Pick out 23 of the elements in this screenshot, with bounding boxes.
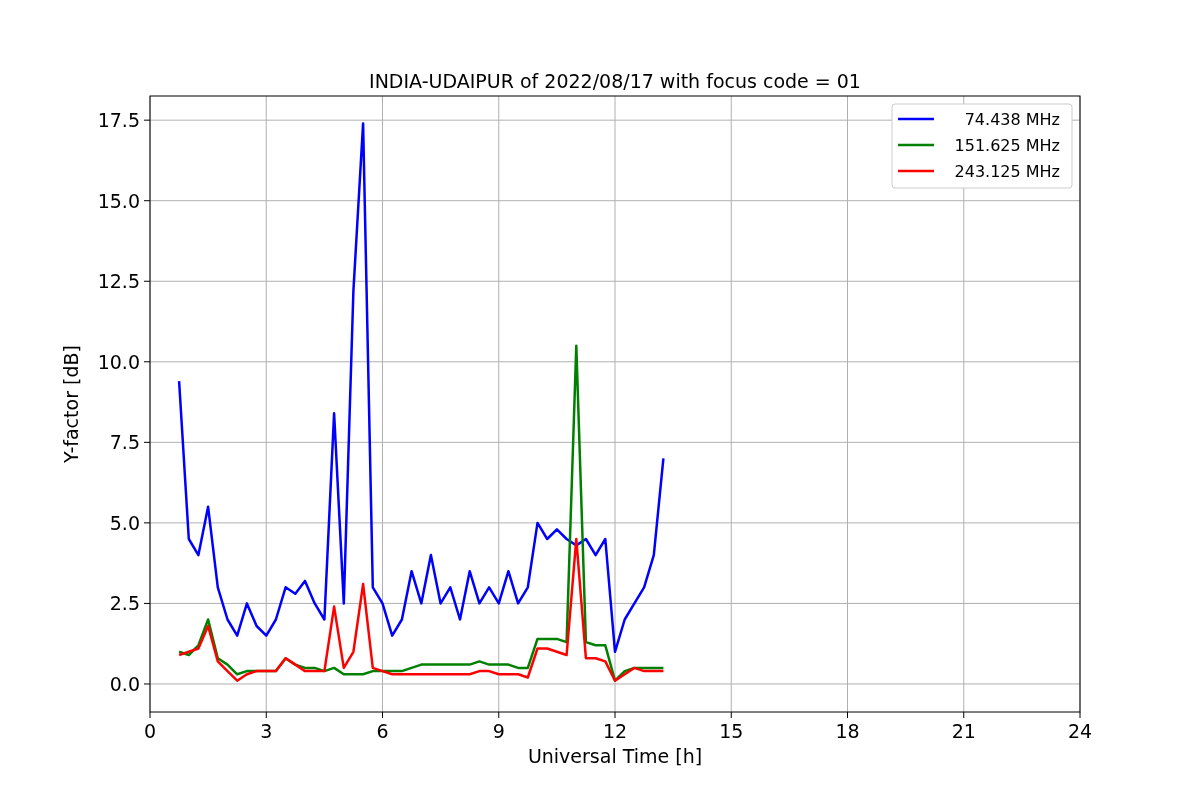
y-tick-label: 7.5 xyxy=(109,431,140,454)
x-tick-label: 15 xyxy=(719,720,744,742)
y-tick-label: 15.0 xyxy=(97,189,140,212)
x-tick-label: 18 xyxy=(835,720,860,742)
y-axis-label: Y-factor [dB] xyxy=(60,345,82,463)
legend-label: 151.625 MHz xyxy=(954,136,1060,155)
legend-label: 243.125 MHz xyxy=(954,162,1060,181)
y-tick-label: 0.0 xyxy=(109,672,140,695)
x-tick-label: 0 xyxy=(143,720,157,742)
x-tick-label: 21 xyxy=(951,720,976,742)
chart-title: INDIA-UDAIPUR of 2022/08/17 with focus code = 01 xyxy=(369,70,861,92)
legend-label: 74.438 MHz xyxy=(964,110,1060,129)
y-tick-label: 17.5 xyxy=(97,109,140,132)
y-tick-label: 12.5 xyxy=(97,270,140,293)
x-tick-label: 6 xyxy=(376,720,389,742)
x-tick-label: 12 xyxy=(602,720,628,742)
y-tick-label: 10.0 xyxy=(97,350,140,373)
y-tick-label: 2.5 xyxy=(109,592,140,615)
x-tick-label: 3 xyxy=(260,720,273,742)
y-tick-label: 5.0 xyxy=(109,511,140,534)
x-tick-label: 9 xyxy=(492,720,505,742)
x-tick-label: 24 xyxy=(1067,720,1093,742)
x-axis-label: Universal Time [h] xyxy=(527,745,703,767)
